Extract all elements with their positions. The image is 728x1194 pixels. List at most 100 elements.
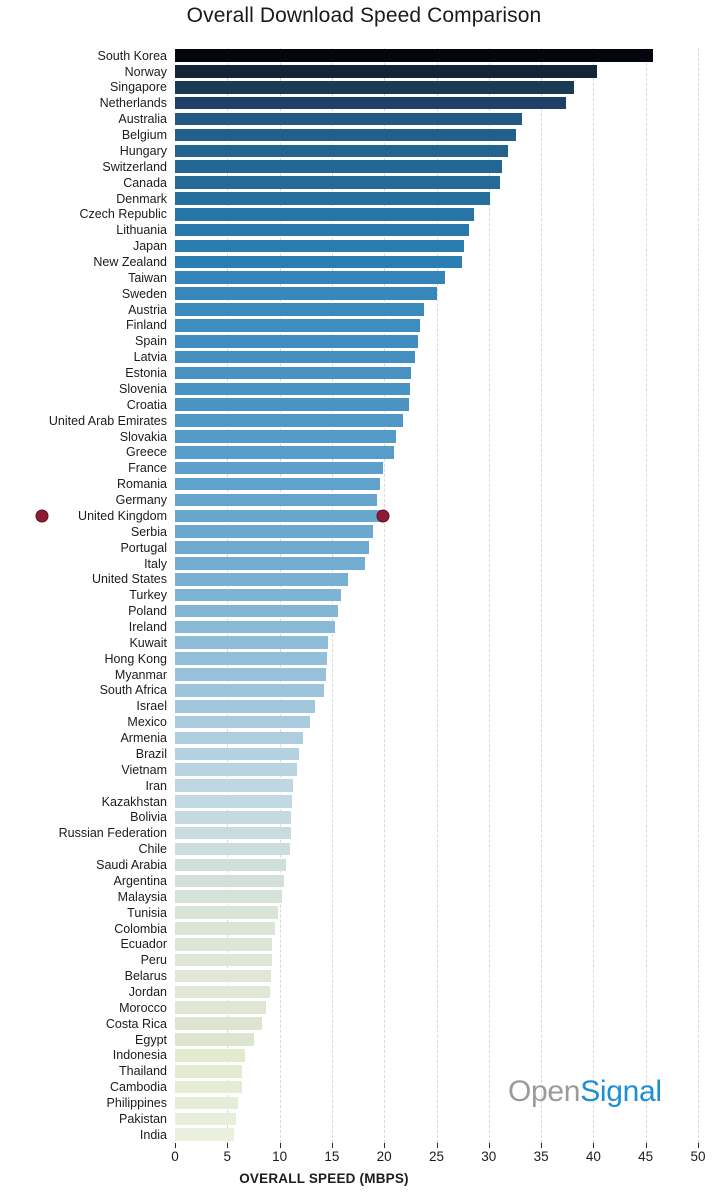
bar-row[interactable]: France [0, 461, 728, 476]
bar[interactable] [175, 636, 328, 650]
bar[interactable] [175, 461, 384, 475]
bar[interactable] [175, 1017, 262, 1030]
bar-row[interactable]: Poland [0, 603, 728, 618]
bar[interactable] [175, 1049, 246, 1062]
bar-row[interactable]: Jordan [0, 984, 728, 999]
bar-row[interactable]: Canada [0, 175, 728, 190]
bar-row[interactable]: Croatia [0, 397, 728, 412]
bar-row[interactable]: Belgium [0, 127, 728, 142]
bar[interactable] [175, 795, 293, 808]
bar[interactable] [175, 525, 373, 538]
bar[interactable] [175, 937, 273, 951]
bar[interactable] [175, 398, 410, 412]
bar-row[interactable]: Morocco [0, 1000, 728, 1015]
bar[interactable] [175, 49, 654, 62]
bar-row[interactable]: United States [0, 572, 728, 587]
bar[interactable] [175, 541, 369, 554]
bar-row[interactable]: Mexico [0, 715, 728, 730]
bar-row[interactable]: Saudi Arabia [0, 857, 728, 872]
bar-row[interactable]: Australia [0, 111, 728, 126]
bar[interactable] [175, 985, 271, 999]
bar-row[interactable]: Germany [0, 492, 728, 507]
bar-row[interactable]: Belarus [0, 968, 728, 983]
bar-row[interactable]: Sweden [0, 286, 728, 301]
bar[interactable] [175, 477, 381, 491]
bar[interactable] [175, 239, 464, 253]
bar-row[interactable]: Israel [0, 699, 728, 714]
bar-row[interactable]: Lithuania [0, 223, 728, 238]
bar-row[interactable]: United Kingdom [0, 508, 728, 523]
bar-row[interactable]: Slovenia [0, 381, 728, 396]
bar-row[interactable]: Russian Federation [0, 826, 728, 841]
bar-row[interactable]: Norway [0, 64, 728, 79]
bar[interactable] [175, 1064, 242, 1078]
bar[interactable] [175, 493, 377, 507]
bar[interactable] [175, 287, 437, 300]
bar[interactable] [175, 255, 462, 269]
bar-row[interactable]: Malaysia [0, 889, 728, 904]
bar[interactable] [175, 652, 327, 665]
bar-row[interactable]: Greece [0, 445, 728, 460]
bar[interactable] [175, 1096, 238, 1110]
bar[interactable] [175, 731, 303, 745]
bar[interactable] [175, 271, 445, 285]
bar[interactable] [175, 223, 469, 237]
bar-row[interactable]: Colombia [0, 921, 728, 936]
bar-row[interactable]: Armenia [0, 730, 728, 745]
bar[interactable] [175, 842, 291, 856]
bar[interactable] [175, 684, 324, 697]
bar-row[interactable]: Netherlands [0, 96, 728, 111]
bar[interactable] [175, 874, 284, 888]
bar-row[interactable]: Serbia [0, 524, 728, 539]
bar-row[interactable]: Taiwan [0, 270, 728, 285]
bar-row[interactable]: South Korea [0, 48, 728, 63]
bar-row[interactable]: Iran [0, 778, 728, 793]
bar[interactable] [175, 319, 420, 332]
bar[interactable] [175, 430, 396, 443]
bar-row[interactable]: Costa Rica [0, 1016, 728, 1031]
bar[interactable] [175, 81, 574, 94]
bar[interactable] [175, 192, 490, 205]
bar-row[interactable]: United Arab Emirates [0, 413, 728, 428]
bar-row[interactable]: Brazil [0, 746, 728, 761]
bar[interactable] [175, 303, 424, 316]
bar[interactable] [175, 176, 501, 189]
bar-row[interactable]: Kazakhstan [0, 794, 728, 809]
bar-row[interactable]: South Africa [0, 683, 728, 698]
bar-row[interactable]: India [0, 1127, 728, 1142]
bar-row[interactable]: Italy [0, 556, 728, 571]
bar[interactable] [175, 382, 411, 396]
bar[interactable] [175, 826, 292, 840]
bar-row[interactable]: New Zealand [0, 254, 728, 269]
bar[interactable] [175, 1128, 234, 1142]
bar[interactable] [175, 446, 394, 459]
bar-row[interactable]: Chile [0, 841, 728, 856]
bar-row[interactable]: Switzerland [0, 159, 728, 174]
bar-row[interactable]: Romania [0, 476, 728, 491]
bar-row[interactable]: Finland [0, 318, 728, 333]
bar[interactable] [175, 747, 300, 761]
bar[interactable] [175, 112, 523, 126]
bar-row[interactable]: Slovakia [0, 429, 728, 444]
bar-row[interactable]: Egypt [0, 1032, 728, 1047]
bar[interactable] [175, 128, 516, 142]
bar[interactable] [175, 604, 339, 618]
bar[interactable] [175, 906, 278, 919]
bar[interactable] [175, 620, 336, 634]
bar-row[interactable]: Bolivia [0, 810, 728, 825]
bar[interactable] [175, 334, 418, 348]
bar-row[interactable]: Ireland [0, 619, 728, 634]
bar[interactable] [175, 350, 415, 364]
bar[interactable] [175, 588, 342, 602]
bar-row[interactable]: Peru [0, 953, 728, 968]
bar-row[interactable]: Estonia [0, 365, 728, 380]
bar[interactable] [175, 953, 273, 967]
bar-row[interactable]: Ecuador [0, 937, 728, 952]
bar-row[interactable]: Spain [0, 334, 728, 349]
bar-row[interactable]: Kuwait [0, 635, 728, 650]
bar-row[interactable]: Austria [0, 302, 728, 317]
bar[interactable] [175, 144, 508, 158]
bar[interactable] [175, 969, 272, 983]
bar[interactable] [175, 1080, 242, 1094]
bar-row[interactable]: Portugal [0, 540, 728, 555]
